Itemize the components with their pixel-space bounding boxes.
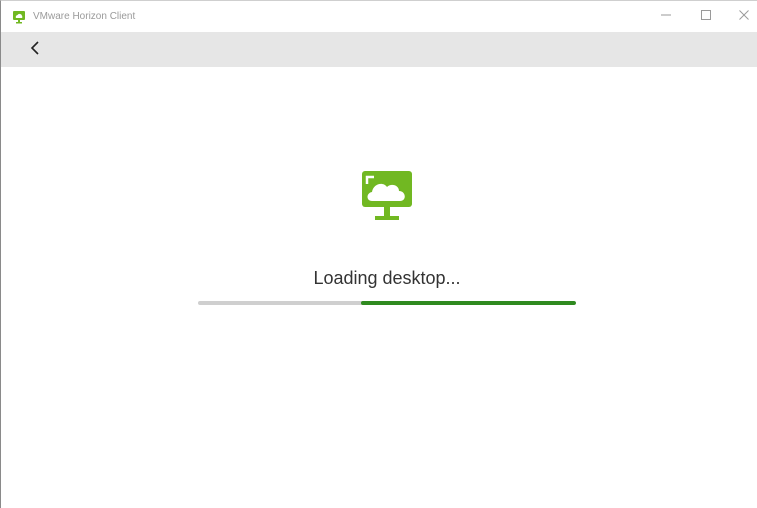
- desktop-cloud-icon: [361, 170, 413, 222]
- progress-bar-fill: [360, 301, 576, 305]
- minimize-button[interactable]: [652, 5, 680, 27]
- close-button[interactable]: [730, 5, 757, 27]
- horizon-app-icon: [12, 10, 26, 24]
- chevron-left-icon: [29, 40, 41, 61]
- close-icon: [739, 7, 749, 25]
- loading-status-text: Loading desktop...: [313, 268, 461, 288]
- main-content: Loading desktop...: [1, 67, 757, 508]
- maximize-icon: [701, 7, 711, 25]
- title-bar[interactable]: VMware Horizon Client: [1, 1, 757, 32]
- maximize-button[interactable]: [692, 5, 720, 27]
- minimize-icon: [661, 7, 671, 25]
- app-window: VMware Horizon Client Loading desktop...: [0, 0, 757, 508]
- navigation-bar: [1, 32, 757, 67]
- window-title: VMware Horizon Client: [33, 11, 136, 22]
- loading-progress-bar: [198, 301, 576, 305]
- back-button[interactable]: [23, 38, 47, 62]
